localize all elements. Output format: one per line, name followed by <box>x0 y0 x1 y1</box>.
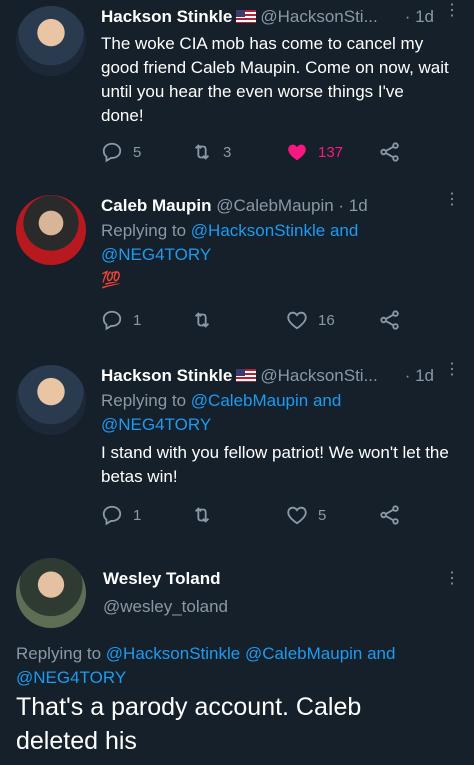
retweet-icon <box>194 507 210 523</box>
mention-link[interactable]: @CalebMaupin and <box>191 391 342 410</box>
like-button[interactable]: 137 <box>286 141 343 163</box>
reply-button[interactable]: 1 <box>101 504 141 526</box>
tweet-text: 💯 <box>101 272 121 289</box>
like-button[interactable]: 5 <box>286 504 326 526</box>
reply-icon <box>102 142 122 163</box>
reply-count: 5 <box>133 143 142 161</box>
us-flag-icon <box>236 369 257 382</box>
more-options-icon[interactable]: ⋮ <box>444 192 460 208</box>
tweet-actions: 1 16 <box>101 309 421 333</box>
mention-link[interactable]: @HacksonStinkle and <box>191 221 359 240</box>
more-options-icon[interactable]: ⋮ <box>444 362 460 378</box>
more-options-icon[interactable]: ⋮ <box>444 571 460 587</box>
share-button[interactable] <box>379 309 401 331</box>
retweet-button[interactable] <box>191 504 213 526</box>
like-count: 137 <box>318 143 344 161</box>
retweet-button[interactable] <box>191 309 213 331</box>
mention-link[interactable]: @NEG4TORY <box>101 245 211 264</box>
retweet-count: 3 <box>223 143 232 161</box>
share-button[interactable] <box>379 504 401 526</box>
reply-context: Replying to @HacksonStinkle @CalebMaupin… <box>16 642 456 690</box>
mention-link[interactable]: @HacksonStinkle @CalebMaupin and <box>106 644 396 663</box>
more-options-icon[interactable]: ⋮ <box>444 3 460 19</box>
author-handle[interactable]: @wesley_toland <box>103 597 228 616</box>
retweet-button[interactable]: 3 <box>191 141 231 163</box>
reply-context: Replying to @HacksonStinkle and @NEG4TOR… <box>101 219 451 267</box>
reply-context: Replying to @CalebMaupin and @NEG4TORY <box>101 389 451 437</box>
tweet-actions: 1 5 <box>101 504 421 528</box>
tweet-text: I stand with you fellow patriot! We won'… <box>101 443 449 486</box>
timestamp[interactable]: · 1d <box>405 6 434 28</box>
retweet-icon <box>194 312 210 328</box>
replying-to-label: Replying to <box>16 644 102 663</box>
share-icon <box>380 310 399 330</box>
replying-to-label: Replying to <box>101 221 187 240</box>
heart-icon <box>287 506 307 525</box>
author-handle[interactable]: @HacksonSti... <box>260 366 377 385</box>
retweet-icon <box>194 144 210 160</box>
reply-icon <box>102 505 122 526</box>
author-name[interactable]: Caleb Maupin <box>101 196 212 215</box>
avatar[interactable] <box>16 558 86 628</box>
reply-icon <box>102 310 122 331</box>
like-button[interactable]: 16 <box>286 309 335 331</box>
mention-link[interactable]: @NEG4TORY <box>101 415 211 434</box>
heart-filled-icon <box>288 144 306 161</box>
mention-link[interactable]: @NEG4TORY <box>16 668 126 687</box>
timestamp[interactable]: · 1d <box>405 365 434 387</box>
heart-icon <box>287 311 307 330</box>
avatar[interactable] <box>16 365 86 435</box>
avatar[interactable] <box>16 6 86 76</box>
reply-count: 1 <box>133 311 142 329</box>
reply-button[interactable]: 1 <box>101 309 141 331</box>
tweet-text: That's a parody account. Caleb deleted h… <box>16 693 362 755</box>
share-icon <box>380 142 399 162</box>
author-handle[interactable]: @HacksonSti... <box>260 7 377 26</box>
author-name[interactable]: Hackson Stinkle <box>101 7 232 26</box>
share-icon <box>380 505 399 525</box>
reply-count: 1 <box>133 506 142 524</box>
share-button[interactable] <box>379 141 401 163</box>
author-handle[interactable]: @CalebMaupin · 1d <box>216 196 367 215</box>
us-flag-icon <box>236 10 257 23</box>
replying-to-label: Replying to <box>101 391 187 410</box>
tweet-text: The woke CIA mob has come to cancel my g… <box>101 34 449 125</box>
tweet-actions: 5 3 137 <box>101 141 421 165</box>
like-count: 16 <box>318 311 335 329</box>
avatar[interactable] <box>16 195 86 265</box>
reply-button[interactable]: 5 <box>101 141 141 163</box>
author-name[interactable]: Hackson Stinkle <box>101 366 232 385</box>
like-count: 5 <box>318 506 327 524</box>
author-name[interactable]: Wesley Toland <box>103 569 220 588</box>
